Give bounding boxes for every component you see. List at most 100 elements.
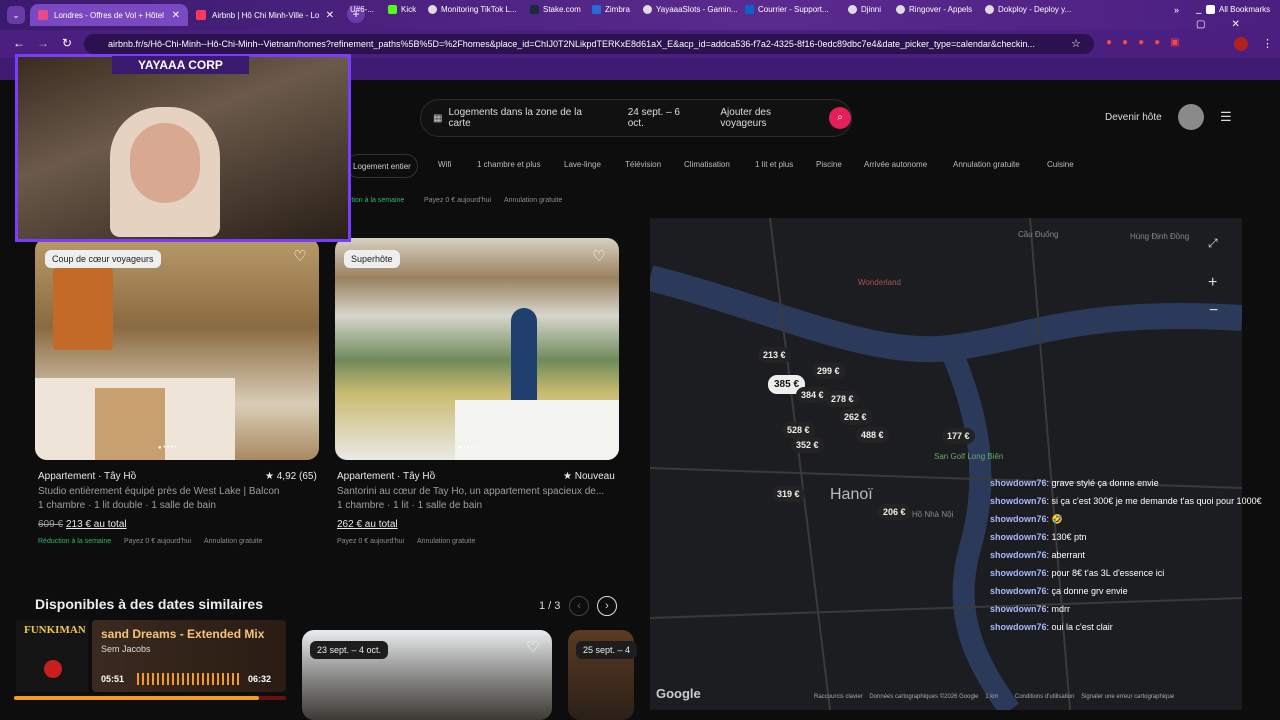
back-icon[interactable]: ← [12,36,26,50]
price-marker[interactable]: 488 € [856,427,889,443]
chat-message: showdown76: mdrr [990,600,1265,618]
map-footer-link[interactable]: Raccourcis clavier [814,694,863,700]
price-marker[interactable]: 177 € [942,428,975,444]
bookmark-item[interactable]: Courrier - Support... [745,5,829,14]
close-icon[interactable]: ✕ [172,10,180,21]
filter-bedrooms[interactable]: 1 chambre et plus [477,160,541,169]
map-footer: Raccourcis clavier Données cartographiqu… [814,694,1174,700]
search-bar[interactable]: ▦ Logements dans la zone de la carte 24 … [420,99,852,137]
avatar[interactable] [1178,104,1204,130]
listing-description: Studio entièrement équipé près de West L… [38,486,280,497]
profile-icon[interactable] [1234,37,1248,51]
filter-ac[interactable]: Climatisation [684,160,730,169]
filter-label: Logement entier [353,161,411,171]
price-marker[interactable]: 384 € [796,387,829,403]
bookmark-item[interactable]: YayaaaSlots - Gamin... [643,5,738,14]
all-bookmarks[interactable]: All Bookmarks [1206,5,1270,14]
filter-self-checkin[interactable]: Arrivée autonome [864,160,927,169]
bookmark-item[interactable]: Ringover - Appels [896,5,972,14]
track-elapsed: 05:51 [101,674,125,684]
carousel-dots: ● • • • • [158,445,177,451]
bookmark-item[interactable]: Djinni [848,5,881,14]
album-cover: FUNKIMAN [16,620,88,692]
menu-icon[interactable]: ⋮ [1262,37,1273,50]
bookmark-label: Ringover - Appels [909,5,973,14]
globe-icon [848,5,857,14]
price-marker[interactable]: 278 € [826,391,859,407]
map[interactable]: Hanoï Cầu Đuống Wonderland San Golf Long… [650,218,1242,710]
map-roads [650,218,1242,710]
cancel-label: Annulation gratuite [417,538,476,545]
become-host-link[interactable]: Devenir hôte [1105,112,1162,123]
bookmark-label: Zimbra [605,5,630,14]
city-label: Hanoï [830,486,873,503]
heart-icon[interactable]: ♡ [292,249,308,265]
price-marker[interactable]: 528 € [782,422,815,438]
place-label: Hồ Nhà Nội [912,510,954,519]
filter-logement-entier[interactable]: Logement entier [346,154,418,178]
price-marker[interactable]: 206 € [878,504,911,520]
folder-icon [1206,5,1215,14]
price-marker[interactable]: 213 € [758,347,791,363]
close-icon[interactable]: ✕ [326,10,334,21]
expand-map-icon[interactable]: ⤢ [1208,236,1218,251]
heart-icon[interactable]: ♡ [591,249,607,265]
search-guests[interactable]: Ajouter des voyageurs [720,107,819,129]
listing-price[interactable]: 213 € au total [66,519,127,530]
next-page-icon[interactable]: › [597,596,617,616]
blue-door [511,308,537,408]
search-location[interactable]: Logements dans la zone de la carte [448,107,605,129]
cancel-label: Annulation gratuite [204,538,263,545]
reduction-label: Réduction à la semaine [38,538,112,545]
map-footer-link[interactable]: Conditions d'utilisation [1015,694,1075,700]
google-logo: Google [656,686,701,701]
waveform [137,673,241,685]
bookmark-item[interactable]: U#6-... [350,5,374,14]
filter-wifi[interactable]: Wifi [438,160,451,169]
forward-icon[interactable]: → [36,36,50,50]
filter-beds[interactable]: 1 lit et plus [755,160,793,169]
globe-icon [896,5,905,14]
price-marker[interactable]: 352 € [791,437,824,453]
filter-washer[interactable]: Lave-linge [564,160,601,169]
address-bar[interactable]: airbnb.fr/s/Hô-Chi-Minh--Hô-Chi-Minh--Vi… [84,34,1094,54]
search-dates[interactable]: 24 sept. – 6 oct. [628,107,699,129]
filter-free-cancel[interactable]: Annulation gratuite [953,160,1020,169]
filter-pool[interactable]: Piscine [816,160,842,169]
chat-username: showdown76 [990,514,1047,524]
bookmark-star-icon[interactable]: ☆ [1071,37,1081,50]
place-label: Wonderland [858,278,901,287]
listing-card-photo[interactable] [35,238,319,460]
reload-icon[interactable]: ↻ [60,36,74,50]
tab-favicon-icon [38,10,48,20]
filter-tv[interactable]: Télévision [625,160,661,169]
chat-username: showdown76 [990,622,1047,632]
bookmark-item[interactable]: Kick [388,5,416,14]
tab-londres[interactable]: Londres - Offres de Vol + Hôtel ✕ [30,4,188,26]
listing-card-photo[interactable] [335,238,619,460]
extension-icons[interactable]: ●●●●▣ [1106,37,1190,48]
price-marker[interactable]: 319 € [772,486,805,502]
bookmark-item[interactable]: Dokploy - Deploy y... [985,5,1071,14]
filter-kitchen[interactable]: Cuisine [1047,160,1074,169]
bookmark-item[interactable]: Monitoring TikTok L... [428,5,517,14]
price-marker[interactable]: 299 € [812,363,845,379]
listing-beds: 1 chambre · 1 lit · 1 salle de bain [337,500,483,511]
webcam-overlay [15,54,351,242]
zoom-out-button[interactable]: − [1209,302,1218,320]
bookmark-item[interactable]: Zimbra [592,5,630,14]
hamburger-icon[interactable]: ☰ [1220,109,1232,125]
tab-search-button[interactable]: ⌄ [7,6,25,24]
map-footer-link[interactable]: Signaler une erreur cartographique [1081,694,1174,700]
zoom-in-button[interactable]: + [1208,274,1217,292]
prev-page-icon[interactable]: ‹ [569,596,589,616]
chat-text: : aberrant [1046,550,1086,560]
price-marker[interactable]: 262 € [839,409,872,425]
bookmark-item[interactable]: Stake.com [530,5,581,14]
listing-price[interactable]: 262 € au total [337,519,398,530]
heart-icon[interactable]: ♡ [525,640,541,656]
stream-title: YAYAAA CORP [112,56,249,74]
search-icon[interactable]: ⌕ [829,107,852,129]
more-bookmarks-icon[interactable]: » [1174,5,1179,15]
tab-airbnb[interactable]: Airbnb | Hô Chi Minh-Ville - Lo ✕ [188,4,342,26]
